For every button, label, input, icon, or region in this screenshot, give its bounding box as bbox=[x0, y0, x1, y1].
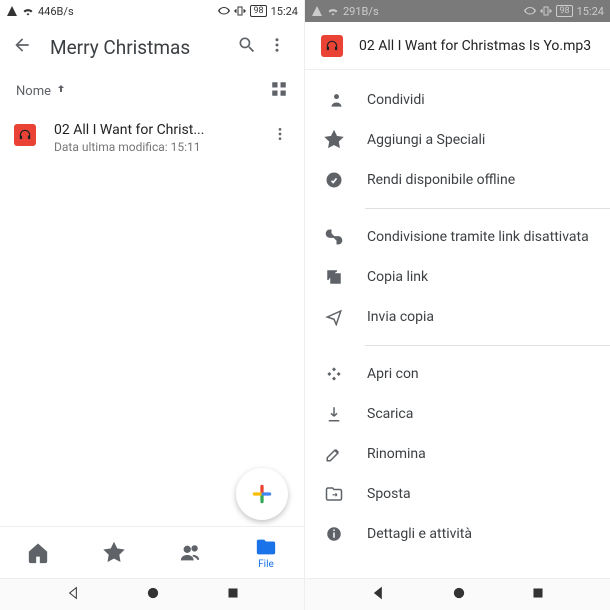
sort-arrow-icon bbox=[55, 83, 67, 99]
menu-rename[interactable]: Rinomina bbox=[305, 434, 610, 474]
battery-level: 98 bbox=[250, 5, 266, 17]
file-name: 02 All I Want for Christ... bbox=[54, 122, 270, 138]
download-icon bbox=[323, 403, 345, 425]
toolbar: Merry Christmas bbox=[0, 22, 304, 72]
menu-send-copy[interactable]: Invia copia bbox=[305, 297, 610, 337]
nav-back[interactable] bbox=[65, 585, 81, 605]
network-speed: 446B/s bbox=[38, 5, 74, 18]
nav-starred[interactable] bbox=[76, 527, 152, 578]
offline-icon bbox=[323, 169, 345, 191]
back-button[interactable] bbox=[12, 35, 32, 59]
menu-open-with[interactable]: Apri con bbox=[305, 354, 610, 394]
menu-star[interactable]: Aggiungi a Speciali bbox=[305, 120, 610, 160]
person-add-icon bbox=[323, 89, 345, 111]
nav-home[interactable] bbox=[0, 527, 76, 578]
apps-icon bbox=[323, 363, 345, 385]
file-actions-sheet: 291B/s 98 15:24 02 All I Want for Christ… bbox=[305, 0, 610, 610]
folder-title: Merry Christmas bbox=[50, 36, 232, 59]
eye-off-icon bbox=[218, 5, 230, 17]
search-button[interactable] bbox=[232, 35, 262, 59]
nav-recent[interactable] bbox=[226, 586, 240, 604]
nav-home-sys[interactable] bbox=[145, 585, 161, 605]
audio-file-icon bbox=[14, 124, 36, 146]
android-nav-bar bbox=[305, 578, 610, 610]
sheet-header: 02 All I Want for Christmas Is Yo.mp3 bbox=[305, 22, 610, 70]
link-off-icon bbox=[323, 226, 345, 248]
bottom-nav: File bbox=[0, 526, 304, 578]
sort-row[interactable]: Nome bbox=[0, 72, 304, 110]
send-icon bbox=[323, 306, 345, 328]
info-icon bbox=[323, 523, 345, 545]
menu-list: Condividi Aggiungi a Speciali Rendi disp… bbox=[305, 70, 610, 610]
vibrate-icon bbox=[540, 5, 552, 17]
add-fab[interactable] bbox=[236, 468, 288, 520]
drive-folder-view: 446B/s 98 15:24 Merry Christmas Nome bbox=[0, 0, 305, 610]
network-speed: 291B/s bbox=[343, 5, 379, 18]
menu-link-off[interactable]: Condivisione tramite link disattivata bbox=[305, 217, 610, 257]
clock: 15:24 bbox=[577, 5, 604, 18]
sort-label: Nome bbox=[16, 84, 51, 99]
audio-file-icon bbox=[321, 35, 343, 57]
menu-offline[interactable]: Rendi disponibile offline bbox=[305, 160, 610, 200]
copy-icon bbox=[323, 266, 345, 288]
status-bar: 291B/s 98 15:24 bbox=[305, 0, 610, 22]
vibrate-icon bbox=[234, 5, 246, 17]
file-row[interactable]: 02 All I Want for Christ... Data ultima … bbox=[0, 110, 304, 166]
menu-details[interactable]: Dettagli e attività bbox=[305, 514, 610, 554]
clock: 15:24 bbox=[271, 5, 298, 18]
folder-move-icon bbox=[323, 483, 345, 505]
eye-off-icon bbox=[524, 5, 536, 17]
nav-shared[interactable] bbox=[152, 527, 228, 578]
nav-files-label: File bbox=[258, 559, 274, 570]
file-more-button[interactable] bbox=[270, 126, 290, 146]
signal-icon bbox=[311, 5, 323, 17]
wifi-icon bbox=[22, 5, 34, 17]
nav-back[interactable] bbox=[370, 585, 386, 605]
status-bar: 446B/s 98 15:24 bbox=[0, 0, 304, 22]
more-button[interactable] bbox=[262, 36, 292, 58]
nav-files[interactable]: File bbox=[228, 527, 304, 578]
menu-download[interactable]: Scarica bbox=[305, 394, 610, 434]
battery-level: 98 bbox=[556, 5, 572, 17]
star-icon bbox=[323, 129, 345, 151]
nav-recent[interactable] bbox=[531, 586, 545, 604]
android-nav-bar bbox=[0, 578, 304, 610]
sheet-file-name: 02 All I Want for Christmas Is Yo.mp3 bbox=[359, 38, 594, 54]
menu-copy-link[interactable]: Copia link bbox=[305, 257, 610, 297]
nav-home-sys[interactable] bbox=[451, 585, 467, 605]
edit-icon bbox=[323, 443, 345, 465]
menu-move[interactable]: Sposta bbox=[305, 474, 610, 514]
wifi-icon bbox=[327, 5, 339, 17]
file-modified: Data ultima modifica: 15:11 bbox=[54, 140, 270, 154]
grid-view-button[interactable] bbox=[270, 80, 288, 102]
signal-icon bbox=[6, 5, 18, 17]
menu-share[interactable]: Condividi bbox=[305, 80, 610, 120]
